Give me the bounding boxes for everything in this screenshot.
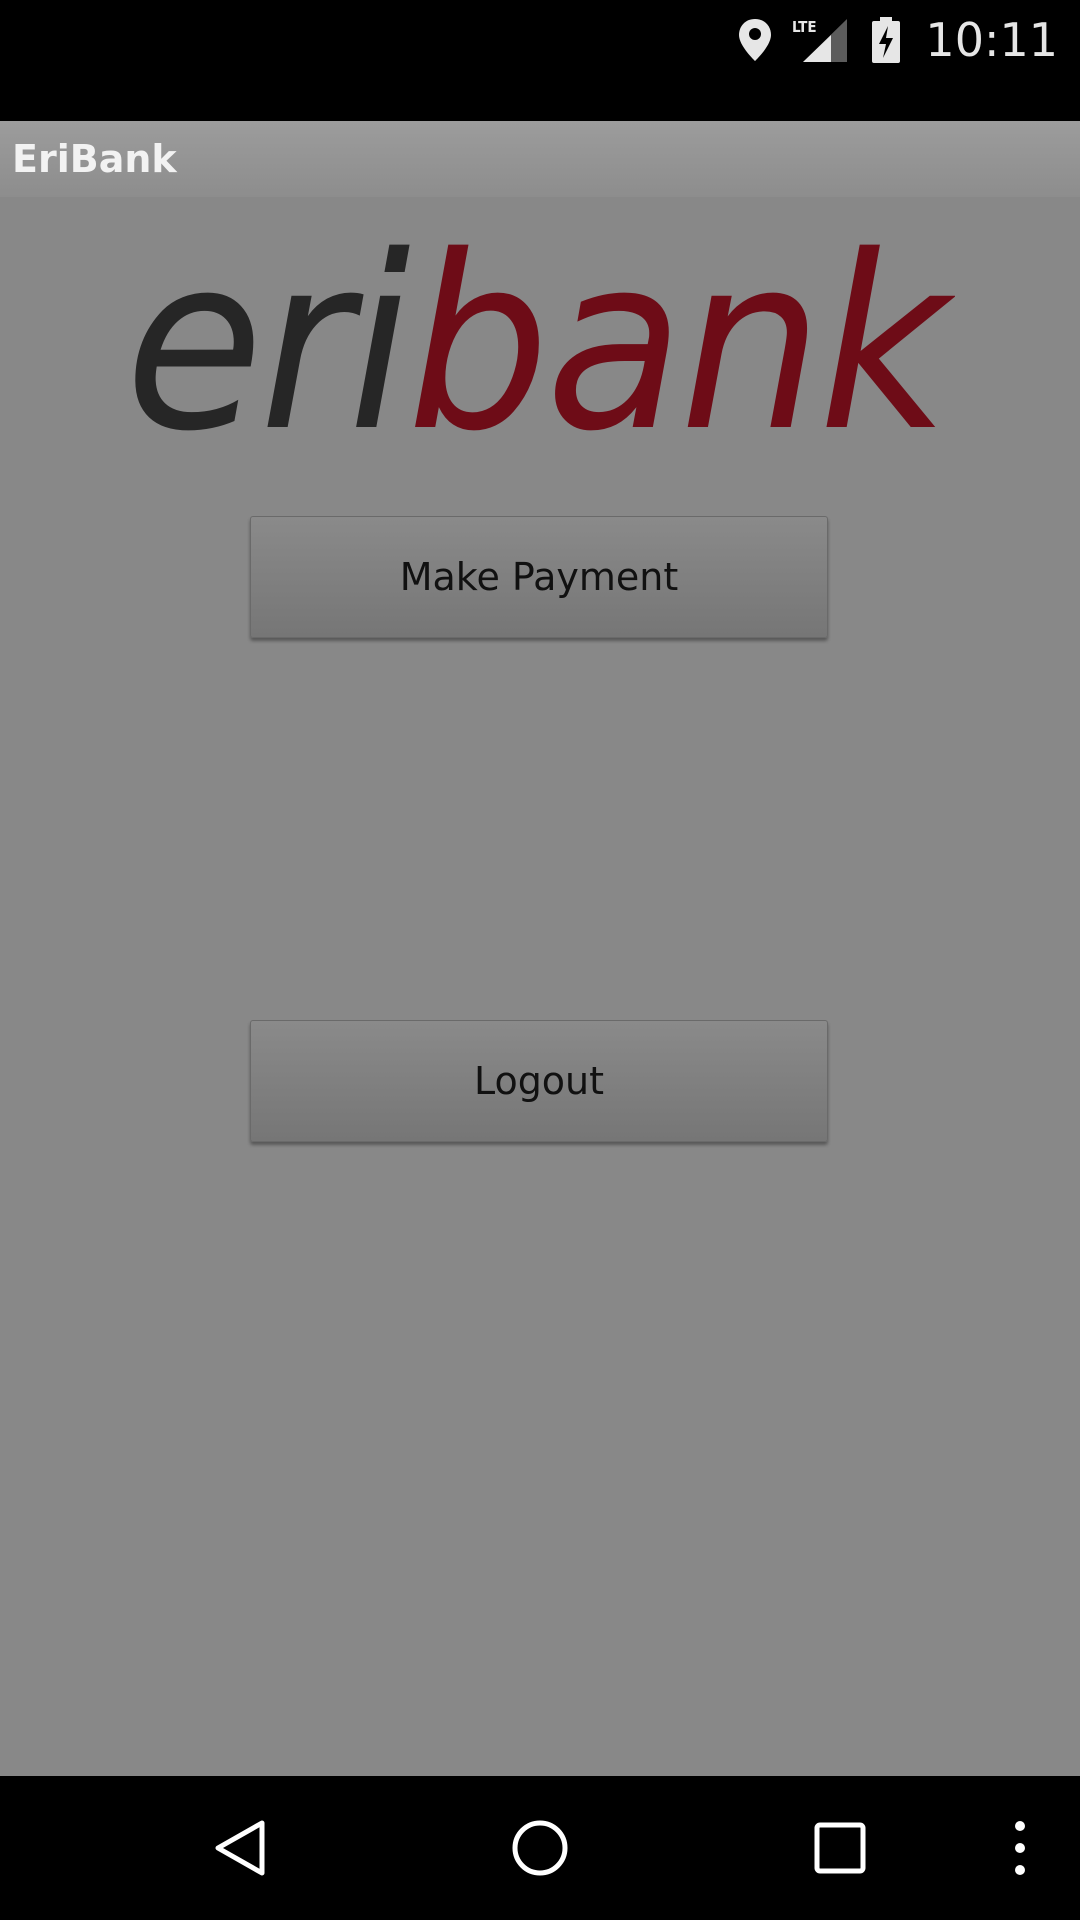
lte-label: LTE	[792, 18, 817, 36]
home-button[interactable]	[490, 1776, 590, 1920]
recents-button[interactable]	[790, 1776, 890, 1920]
main-content: eribank Make Payment Logout	[0, 197, 1080, 1776]
battery-charging-icon	[872, 17, 901, 63]
back-button[interactable]	[190, 1776, 290, 1920]
navigation-bar	[0, 1776, 1080, 1920]
overflow-menu-icon	[1015, 1821, 1025, 1875]
recents-icon	[814, 1822, 866, 1874]
clock: 10:11	[925, 13, 1058, 67]
svg-text:eribank: eribank	[125, 227, 955, 467]
make-payment-button[interactable]: Make Payment	[250, 516, 828, 638]
home-icon	[512, 1820, 568, 1876]
back-icon	[215, 1820, 265, 1876]
action-bar: EriBank	[0, 121, 1080, 197]
location-icon	[739, 19, 772, 61]
logout-button[interactable]: Logout	[250, 1020, 828, 1142]
status-bar: LTE 10:11	[0, 0, 1080, 121]
make-payment-label: Make Payment	[399, 555, 679, 599]
status-icons: LTE 10:11	[737, 10, 1058, 70]
eribank-logo: eribank	[125, 227, 955, 467]
overflow-menu-button[interactable]	[990, 1776, 1050, 1920]
logout-label: Logout	[473, 1059, 605, 1103]
logo-text-bank: bank	[407, 227, 955, 467]
lte-signal-icon: LTE	[792, 18, 848, 62]
app-title: EriBank	[12, 137, 177, 181]
logo-text-eri: eri	[125, 227, 410, 467]
